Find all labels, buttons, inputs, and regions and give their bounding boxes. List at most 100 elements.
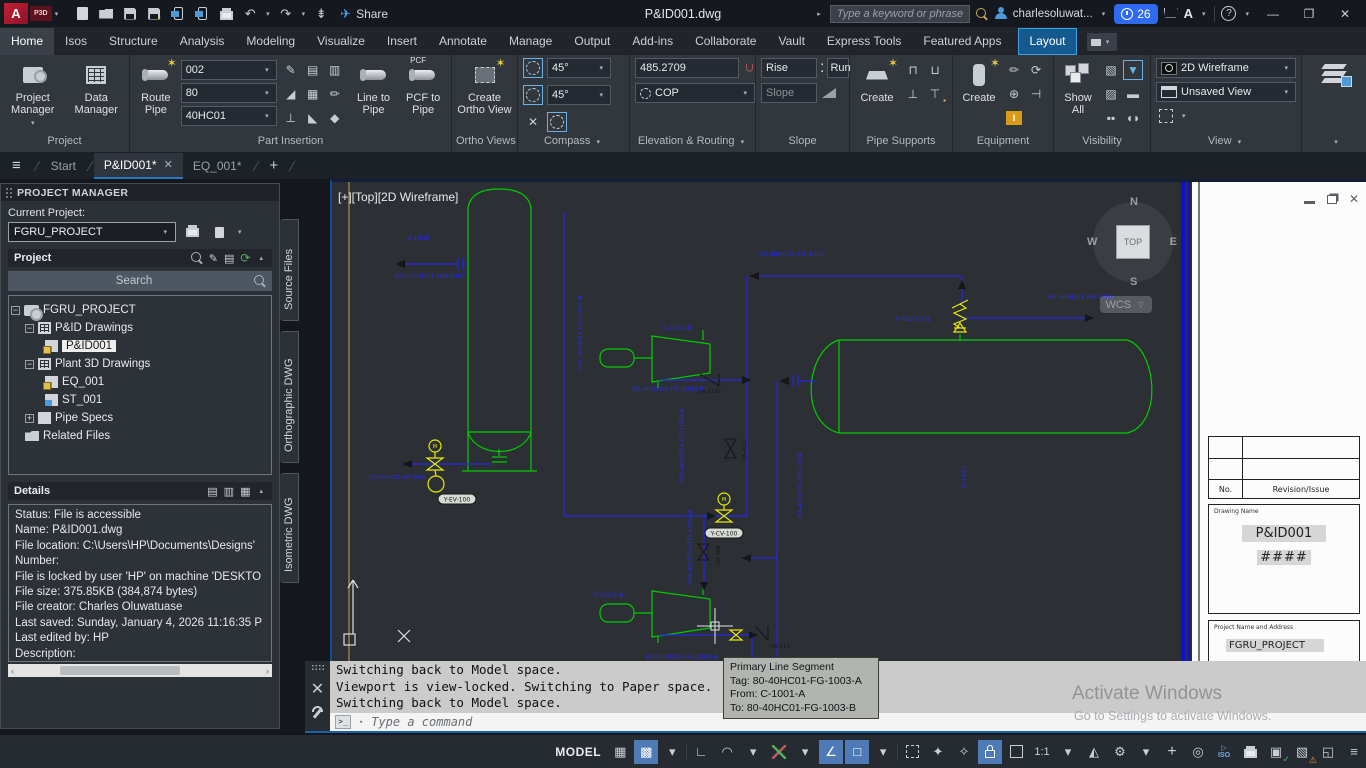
tree-node-related-files[interactable]: Related Files: [25, 427, 269, 445]
project-section-header[interactable]: Project ✎ ▤ ⟳ ▴: [8, 249, 272, 267]
tab-featured-apps[interactable]: Featured Apps: [912, 28, 1012, 55]
annotation-scale-icon[interactable]: ◭: [1082, 740, 1106, 764]
side-tab-source-files[interactable]: Source Files: [280, 219, 299, 321]
isodraft-icon[interactable]: [767, 740, 791, 764]
tree-node-pid-drawings[interactable]: − P&ID Drawings: [25, 319, 269, 337]
weld-icon[interactable]: ⊥: [281, 108, 301, 128]
viewcube-east[interactable]: E: [1170, 236, 1177, 248]
polar-caret-icon[interactable]: ▾: [741, 740, 765, 764]
tab-express-tools[interactable]: Express Tools: [816, 28, 912, 55]
save-as-icon[interactable]: [143, 4, 165, 24]
crosshair-toggle-icon[interactable]: +: [1160, 740, 1184, 764]
workspace-caret-icon[interactable]: ▾: [1134, 740, 1158, 764]
file-tab-menu-icon[interactable]: ≡: [0, 157, 33, 174]
project-search-icon[interactable]: [190, 252, 203, 264]
user-avatar-icon[interactable]: [994, 7, 1007, 20]
graphics-performance-icon[interactable]: ▧ ⚠: [1290, 740, 1317, 765]
open-file-icon[interactable]: [95, 4, 117, 24]
expander-icon[interactable]: −: [25, 359, 34, 369]
model-space-button[interactable]: MODEL: [550, 740, 606, 764]
tree-node-pipe-specs[interactable]: + Pipe Specs: [25, 409, 269, 427]
object-snap-icon[interactable]: □: [845, 739, 870, 764]
project-search-input[interactable]: [14, 275, 254, 287]
panel-label-project[interactable]: Project: [0, 135, 129, 152]
viewport-controls-label[interactable]: [+][Top][2D Wireframe]: [338, 190, 458, 204]
details-section-header[interactable]: Details ▤ ▥ ▦ ▴: [8, 482, 272, 500]
details-history-icon[interactable]: ▦: [240, 485, 250, 498]
scale-caret-icon[interactable]: ▾: [1056, 740, 1080, 764]
customization-menu-icon[interactable]: ≡: [1342, 740, 1366, 764]
panel-label-elevation-routing[interactable]: Elevation & Routing ▾: [630, 135, 755, 152]
compass-toggle-icon[interactable]: [523, 58, 543, 78]
help-caret-icon[interactable]: ▾: [1245, 10, 1249, 18]
insert-symbol-icon[interactable]: I: [1004, 108, 1024, 128]
tab-analysis[interactable]: Analysis: [169, 28, 236, 55]
plot-icon[interactable]: [215, 4, 237, 24]
pipe-rating-select[interactable]: 80 ▾: [180, 83, 277, 103]
qat-customize-icon[interactable]: ⇟: [310, 4, 332, 24]
panel-label-visibility[interactable]: Visibility: [1054, 135, 1150, 152]
show-selected-icon[interactable]: ▨: [1101, 84, 1121, 104]
detach-support-icon[interactable]: ⊔: [925, 60, 945, 80]
tab-modeling[interactable]: Modeling: [235, 28, 306, 55]
recent-commands-caret-icon[interactable]: ▾: [359, 718, 363, 726]
palette-tools-caret-icon[interactable]: ▾: [238, 228, 242, 236]
expander-icon[interactable]: +: [25, 413, 34, 423]
copy-design-icon[interactable]: [208, 222, 230, 242]
tab-collaborate[interactable]: Collaborate: [684, 28, 767, 55]
tree-node-st001[interactable]: ST_001: [45, 391, 269, 409]
visual-style-select[interactable]: 2D Wireframe ▾: [1156, 58, 1296, 78]
drawing-canvas[interactable]: M M Y-EV-100 Y-CV-100 V-1000 150-40HD01-…: [330, 179, 1366, 661]
lasso-selection-icon[interactable]: [900, 740, 924, 764]
panel-label-layers[interactable]: ▾: [1302, 135, 1366, 152]
layers-button[interactable]: [1307, 58, 1365, 92]
help-icon[interactable]: ?: [1221, 6, 1237, 21]
new-file-icon[interactable]: [71, 4, 93, 24]
tree-node-pid001[interactable]: P&ID001: [43, 337, 269, 355]
tab-vault[interactable]: Vault: [767, 28, 815, 55]
drawing-minimize-icon[interactable]: [1304, 200, 1315, 204]
section-collapse-icon[interactable]: ▴: [259, 254, 263, 262]
stub-in-icon[interactable]: ◆: [325, 108, 345, 128]
details-preview-icon[interactable]: ▥: [224, 485, 234, 498]
tab-close-icon[interactable]: ✕: [164, 158, 173, 171]
new-drawing-tab-icon[interactable]: +: [259, 157, 288, 174]
pipe-lines[interactable]: [395, 212, 1086, 661]
clean-screen-icon[interactable]: ◱: [1316, 740, 1340, 764]
modify-equipment-icon[interactable]: ✏: [1004, 60, 1024, 80]
compass-tick-toggle-icon[interactable]: [523, 85, 543, 105]
instrument-symbols[interactable]: [425, 299, 969, 641]
viewcube-south[interactable]: S: [1130, 276, 1137, 288]
details-hscrollbar[interactable]: ‹ ›: [8, 664, 272, 677]
pipe-spec-select[interactable]: 40HC01 ▾: [180, 106, 277, 126]
isolate-objects-icon[interactable]: ◎: [1186, 740, 1210, 764]
grid-display-icon[interactable]: ▦: [608, 740, 632, 764]
elevation-lock-magnet-icon[interactable]: ∩: [744, 60, 755, 77]
tab-isos[interactable]: Isos: [54, 28, 98, 55]
panel-label-slope[interactable]: Slope: [756, 135, 849, 152]
viewcube-west[interactable]: W: [1087, 236, 1097, 248]
close-button[interactable]: ✕: [1330, 7, 1360, 21]
tree-node-plant3d-drawings[interactable]: − Plant 3D Drawings: [25, 355, 269, 373]
redo-icon[interactable]: ↷: [275, 4, 297, 24]
panel-label-view[interactable]: View ▾: [1151, 135, 1301, 152]
workspace-switching-icon[interactable]: ⚙: [1108, 740, 1132, 764]
elbow-icon[interactable]: ◣: [303, 108, 323, 128]
viewcube-top-face[interactable]: TOP: [1116, 225, 1150, 259]
trial-days-badge[interactable]: 26: [1114, 3, 1158, 24]
panel-label-compass[interactable]: Compass ▾: [518, 135, 629, 152]
panel-label-equipment[interactable]: Equipment: [953, 135, 1053, 152]
viewcube[interactable]: N S W E TOP: [1087, 196, 1177, 288]
convert-equipment-icon[interactable]: ⟳: [1026, 60, 1046, 80]
ribbon-display-toggle[interactable]: ▾: [1086, 33, 1117, 51]
side-tab-orthographic-dwg[interactable]: Orthographic DWG: [280, 331, 299, 463]
spec-search-icon[interactable]: ▥: [325, 60, 345, 80]
autodesk-app-icon[interactable]: A: [1184, 6, 1193, 21]
viewport-border[interactable]: [1181, 182, 1185, 661]
current-project-select[interactable]: FGRU_PROJECT ▾: [8, 222, 176, 242]
pcf-to-pipe-button[interactable]: PCF PCF to Pipe: [400, 56, 446, 116]
autodesk-caret-icon[interactable]: ▾: [1202, 10, 1206, 18]
command-close-icon[interactable]: ✕: [311, 679, 324, 699]
undo-caret-icon[interactable]: ▾: [266, 10, 270, 18]
signed-in-user[interactable]: charlesoluwat...: [1013, 8, 1093, 20]
